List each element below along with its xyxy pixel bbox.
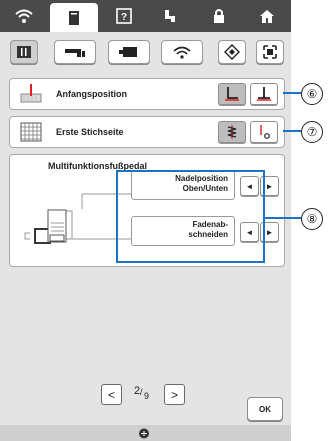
ok-button[interactable]: OK xyxy=(247,397,283,421)
stitch-grid-icon xyxy=(20,122,42,142)
page-slash: / xyxy=(140,387,143,397)
start-position-option-2[interactable] xyxy=(250,83,278,105)
embroidery-icon xyxy=(165,10,176,22)
row-first-stitch: Erste Stichseite xyxy=(9,116,285,148)
first-stitch-option-2[interactable] xyxy=(250,121,278,143)
first-stitch-option-1[interactable] xyxy=(218,121,246,143)
settings-screen: ? Anfangsposition Erste Stichseite Multi… xyxy=(0,0,291,441)
page-total: 9 xyxy=(144,391,150,401)
prev-page-button[interactable]: < xyxy=(101,384,122,405)
pedal-highlight-frame xyxy=(116,170,265,263)
needle-start-icon xyxy=(20,84,42,103)
needle-threader-icon xyxy=(139,428,149,439)
straight-stitch-icon xyxy=(260,125,270,139)
tab-help[interactable]: ? xyxy=(100,0,148,32)
document-icon xyxy=(68,10,79,25)
category-frame[interactable] xyxy=(256,40,284,64)
bottom-bar xyxy=(0,425,291,441)
home-icon xyxy=(260,10,275,23)
start-position-label: Anfangsposition xyxy=(56,89,127,99)
tab-wifi[interactable] xyxy=(0,0,48,32)
callout-8-leader xyxy=(265,217,301,219)
category-sewing-machine[interactable] xyxy=(54,40,96,64)
sewing-settings-icon xyxy=(17,46,31,58)
diamond-icon xyxy=(224,44,240,60)
tab-home[interactable] xyxy=(243,0,291,32)
category-wireless[interactable] xyxy=(161,40,203,64)
zigzag-stitch-icon xyxy=(227,125,237,139)
lock-icon xyxy=(214,9,225,23)
top-tab-bar: ? xyxy=(0,0,291,32)
category-sewing-settings[interactable] xyxy=(10,40,38,64)
svg-text:?: ? xyxy=(121,12,127,23)
tab-settings[interactable] xyxy=(49,3,98,32)
tab-embroidery[interactable] xyxy=(147,0,195,32)
callout-7: ⑦ xyxy=(301,121,323,143)
callout-6: ⑥ xyxy=(301,83,323,105)
row-start-position: Anfangsposition xyxy=(9,78,285,110)
embroidery-frame-icon xyxy=(119,47,137,57)
page-indicator: 2 / 9 xyxy=(127,385,157,404)
help-icon: ? xyxy=(115,8,132,24)
frame-icon xyxy=(263,45,277,59)
presser-foot-up-icon xyxy=(257,87,271,101)
tab-lock[interactable] xyxy=(195,0,243,32)
start-position-option-1[interactable] xyxy=(218,83,246,105)
callout-7-leader xyxy=(283,130,301,132)
first-stitch-label: Erste Stichseite xyxy=(56,127,124,137)
category-embroidery-frame[interactable] xyxy=(108,40,150,64)
callout-8: ⑧ xyxy=(301,208,323,230)
wifi-icon xyxy=(15,9,33,23)
wifi-settings-icon xyxy=(173,46,191,59)
sewing-machine-icon xyxy=(65,49,85,57)
presser-foot-down-icon xyxy=(225,87,239,101)
callout-6-leader xyxy=(283,92,301,94)
next-page-button[interactable]: > xyxy=(164,384,185,405)
category-diamond[interactable] xyxy=(218,40,246,64)
